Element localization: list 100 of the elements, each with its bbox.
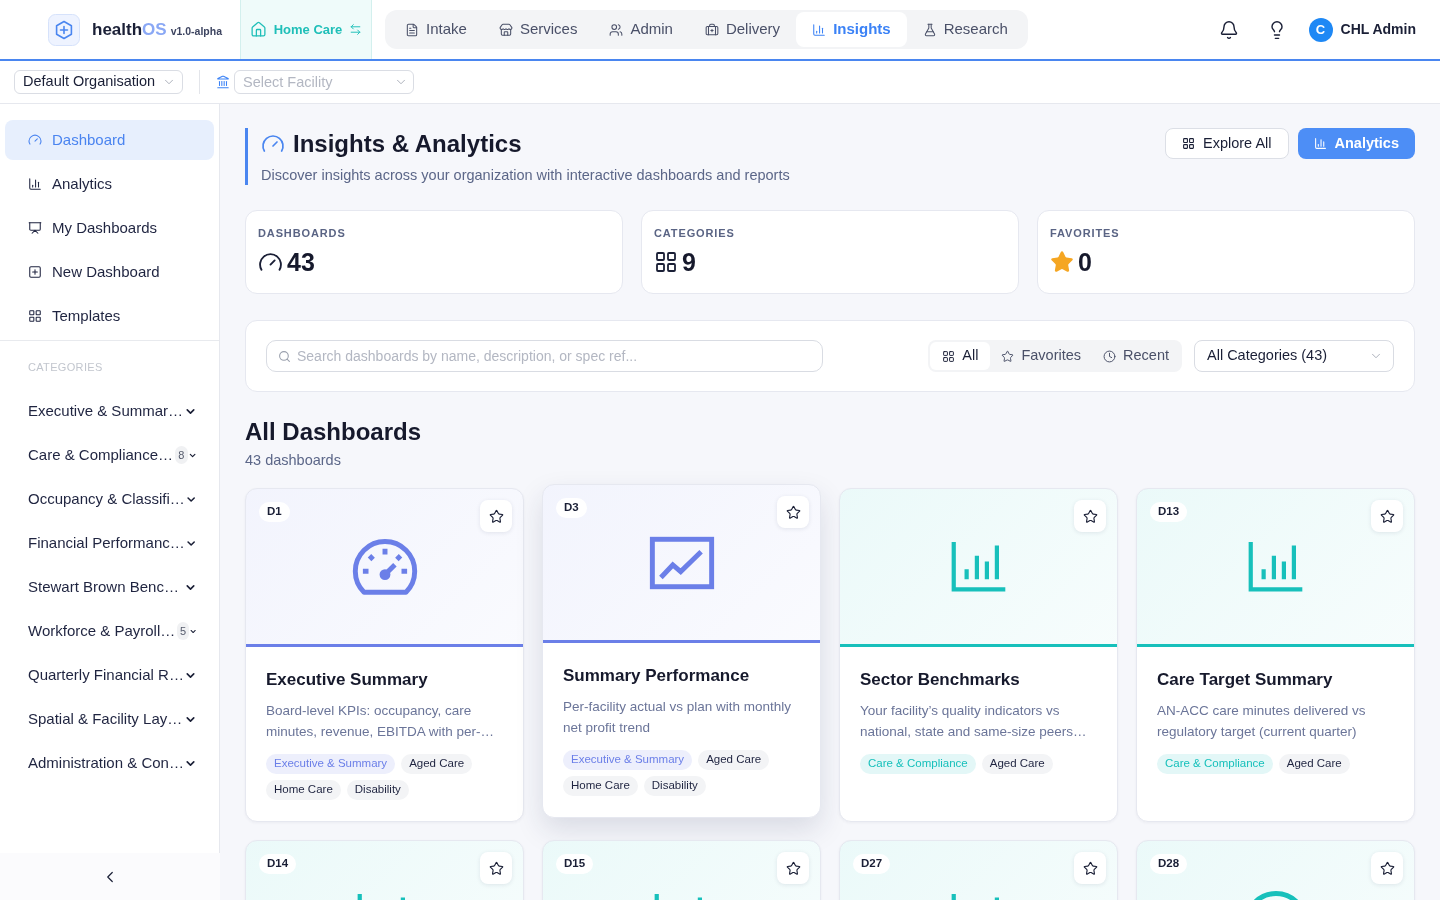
category-item[interactable]: Spatial & Facility Lay… (0, 699, 219, 739)
facility-select[interactable]: Select Facility (234, 70, 414, 94)
dashboard-code-badge: D14 (259, 854, 297, 874)
gauge-icon (28, 133, 42, 147)
briefcase-icon (704, 22, 719, 37)
grid-icon (1182, 137, 1195, 150)
category-tag: Care & Compliance (860, 754, 976, 774)
organisation-select[interactable]: Default Organisation (14, 70, 183, 94)
category-item[interactable]: Executive & Summar… (0, 391, 219, 431)
sidebar-item[interactable]: Analytics (5, 164, 214, 204)
card-description: Your facility’s quality indicators vs national, state and same-size peers… (860, 702, 1088, 741)
card-description: Board-level KPIs: occupancy, care minutes, revenue, EBITDA with per-… (266, 702, 496, 741)
module-tab[interactable]: Research (906, 12, 1024, 47)
grid-icon (654, 250, 678, 274)
category-item[interactable]: Stewart Brown Benc… (0, 567, 219, 607)
grid-icon (942, 349, 956, 363)
category-tag: Executive & Summary (266, 754, 396, 774)
explore-all-button[interactable]: Explore All (1165, 128, 1289, 159)
favorite-button[interactable] (1371, 852, 1403, 884)
grid-icon (28, 309, 42, 323)
category-select[interactable]: All Categories (43) (1194, 340, 1394, 372)
dashboard-code-badge: D13 (1150, 502, 1188, 522)
search-field[interactable]: Search dashboards by name, description, or spec ref... (266, 340, 823, 372)
section-heading: CATEGORIES (28, 361, 103, 373)
card-title: Sector Benchmarks (860, 669, 1021, 691)
category-item[interactable]: Financial Performanc… (0, 523, 219, 563)
favorite-button[interactable] (1371, 500, 1403, 532)
card-title: Summary Performance (563, 665, 751, 687)
stat-label: DASHBOARDS (258, 226, 347, 241)
sidebar-item[interactable]: New Dashboard (5, 252, 214, 292)
star-icon (1050, 250, 1074, 274)
category-item[interactable]: Administration & Con… (0, 743, 219, 783)
favorite-button[interactable] (777, 496, 809, 528)
search-icon (278, 349, 291, 363)
view-option[interactable]: Recent (1092, 342, 1180, 370)
clock-icon (1103, 349, 1117, 363)
category-item[interactable]: Quarterly Financial R… (0, 655, 219, 695)
favorite-button[interactable] (480, 500, 512, 532)
sidebar-item[interactable]: My Dashboards (5, 208, 214, 248)
card-title: Executive Summary (266, 669, 429, 691)
sector-tag: Home Care (266, 780, 341, 800)
dashboard-card[interactable]: D15 (542, 840, 821, 900)
category-item[interactable]: Occupancy & Classifi… (0, 479, 219, 519)
store-icon (498, 22, 513, 37)
dashboard-code-badge: D1 (259, 502, 290, 522)
module-tab[interactable]: Admin (593, 12, 689, 47)
module-tab[interactable]: Insights (796, 12, 907, 47)
bar-chart-icon (1313, 137, 1327, 150)
category-tag: Executive & Summary (563, 750, 693, 770)
sector-tag: Aged Care (1278, 754, 1350, 774)
users-icon (609, 22, 624, 37)
bar-chart-icon (812, 22, 827, 37)
sector-tag: Disability (346, 780, 409, 800)
stat-label: FAVORITES (1050, 226, 1121, 241)
dashboard-card[interactable]: D13 Care Target Summary AN-ACC care minutes delivered vs regulatory target (current quarter) Care & Compliance Aged Care (1136, 488, 1415, 822)
favorite-button[interactable] (1074, 500, 1106, 532)
stat-value: 0 (1078, 247, 1092, 277)
user-avatar[interactable]: C (1308, 17, 1333, 42)
logo-icon (48, 13, 80, 46)
module-tab[interactable]: Services (482, 12, 594, 47)
dashboard-card[interactable]: D27 (839, 840, 1118, 900)
dashboard-code-badge: D3 (556, 498, 587, 518)
notification-bell-icon[interactable] (1218, 19, 1239, 40)
stat-value: 43 (287, 247, 315, 277)
count-badge: 5 (177, 622, 189, 640)
section-title: All Dashboards (245, 417, 423, 447)
count-badge: 8 (175, 446, 188, 464)
dashboard-card[interactable]: D1 Executive Summary Board-level KPIs: occupancy, care minutes, revenue, EBITDA with per-… Executive & Summary Aged Care Home Care Disability (245, 488, 524, 822)
presentation-icon (28, 221, 42, 235)
favorite-button[interactable] (1074, 852, 1106, 884)
sector-tag: Disability (643, 776, 706, 796)
page-subtitle: Discover insights across your organization with interactive dashboards and reports (261, 166, 790, 185)
module-tab[interactable]: Delivery (688, 12, 797, 47)
card-description: Per-facility actual vs plan with monthly net profit trend (563, 698, 793, 737)
favorite-button[interactable] (480, 852, 512, 884)
category-item[interactable]: Workforce & Payroll… 5 (0, 611, 219, 651)
category-item[interactable]: Care & Compliance… 8 (0, 435, 219, 475)
stat-value: 9 (682, 247, 696, 277)
category-tag: Care & Compliance (1157, 754, 1273, 774)
sector-tag: Home Care (563, 776, 638, 796)
swap-icon (349, 23, 363, 36)
dashboard-card[interactable]: D28 (1136, 840, 1415, 900)
module-tab[interactable]: Intake (389, 12, 483, 47)
flask-icon (922, 22, 937, 37)
brand-name: healthOS (92, 18, 167, 41)
page-title: Insights & Analytics (293, 129, 522, 159)
favorite-button[interactable] (777, 852, 809, 884)
user-name[interactable]: CHL Admin (1340, 19, 1416, 40)
card-description: AN-ACC care minutes delivered vs regulatory target (current quarter) (1157, 702, 1367, 741)
dashboard-card[interactable]: D3 Summary Performance Per-facility actual vs plan with monthly net profit trend Executive & Summary Aged Care Home Care Disability (542, 484, 821, 818)
dashboard-card[interactable]: D14 (245, 840, 524, 900)
dashboard-code-badge: D28 (1150, 854, 1188, 874)
section-count: 43 dashboards (245, 451, 342, 470)
sidebar-item[interactable]: Templates (5, 296, 214, 336)
view-option[interactable]: Favorites (990, 342, 1093, 370)
bar-chart-icon (28, 177, 42, 191)
dashboard-card[interactable]: Sector Benchmarks Your facility’s quality indicators vs national, state and same-size peers… Care & Compliance Aged Care (839, 488, 1118, 822)
house-icon (249, 21, 267, 38)
view-option[interactable]: All (930, 342, 991, 370)
brand-version: v1.0-alpha (170, 23, 222, 39)
